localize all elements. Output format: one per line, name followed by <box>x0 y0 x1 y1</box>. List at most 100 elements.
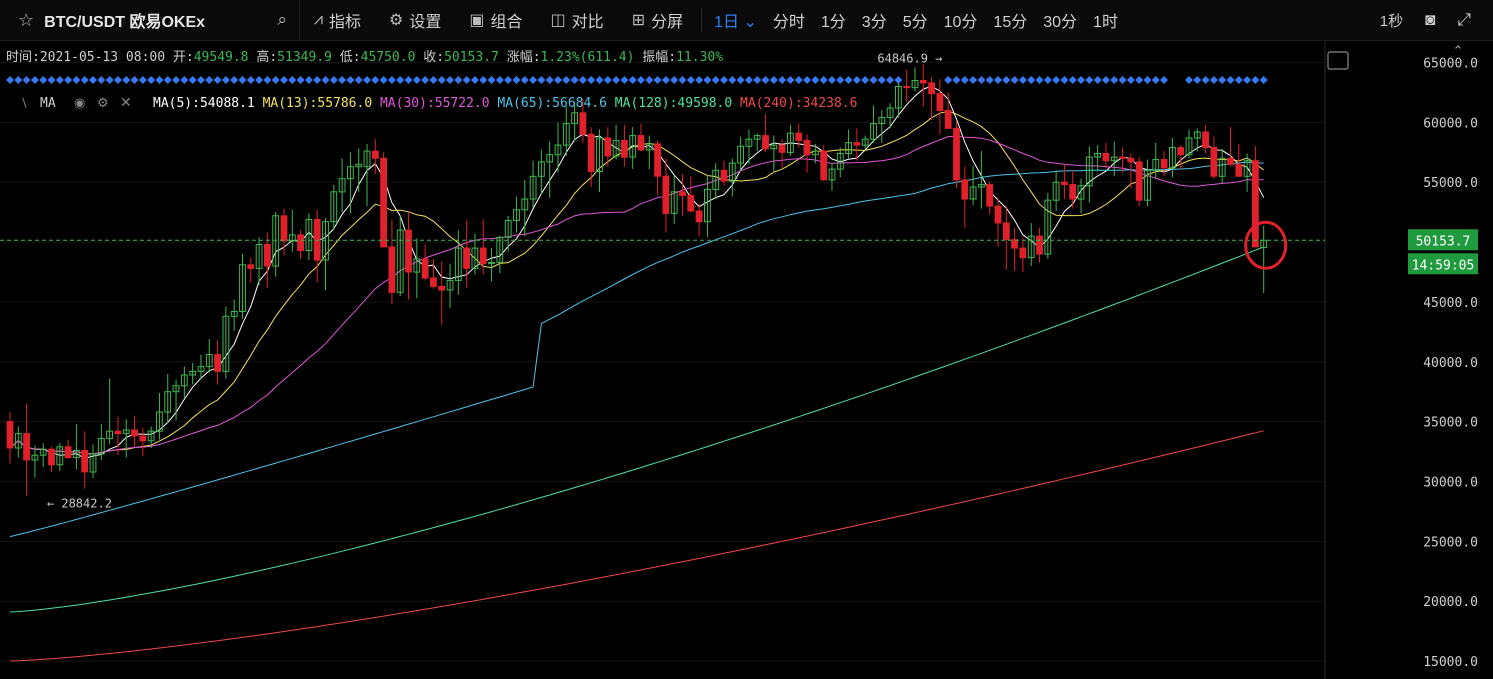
event-marker-43[interactable] <box>363 76 372 84</box>
event-marker-50[interactable] <box>421 76 430 84</box>
candle-body-91[interactable] <box>762 135 769 150</box>
candle-body-150[interactable] <box>1252 160 1259 248</box>
indicators-button[interactable]: ⩘ 指标 <box>300 0 375 40</box>
event-marker-123[interactable] <box>1027 76 1036 84</box>
candle-body-76[interactable] <box>637 135 645 151</box>
event-marker-86[interactable] <box>720 76 729 84</box>
interval-6[interactable]: 15分 <box>985 8 1035 32</box>
event-marker-91[interactable] <box>761 76 770 84</box>
candle-body-119[interactable] <box>994 205 1002 224</box>
candle-body-5[interactable] <box>48 448 55 466</box>
interval-2[interactable]: 1分 <box>813 8 854 32</box>
event-marker-42[interactable] <box>354 76 363 84</box>
event-marker-9[interactable] <box>80 76 89 84</box>
event-marker-56[interactable] <box>470 76 479 84</box>
event-marker-38[interactable] <box>321 76 330 84</box>
candle-body-96[interactable] <box>803 139 811 156</box>
event-marker-143[interactable] <box>1193 76 1202 84</box>
candle-body-98[interactable] <box>820 150 828 181</box>
settings-button[interactable]: ⚙ 设置 <box>375 0 455 40</box>
event-marker-57[interactable] <box>479 76 488 84</box>
event-marker-7[interactable] <box>64 76 73 84</box>
candle-body-57[interactable] <box>479 247 487 265</box>
event-marker-53[interactable] <box>446 76 455 84</box>
event-marker-27[interactable] <box>230 76 239 84</box>
event-marker-54[interactable] <box>454 76 463 84</box>
event-marker-98[interactable] <box>819 76 828 84</box>
candle-body-124[interactable] <box>1036 235 1043 255</box>
candle-body-111[interactable] <box>928 82 936 95</box>
event-marker-22[interactable] <box>188 76 197 84</box>
eye-icon[interactable]: ◉ <box>74 95 85 110</box>
interval-5[interactable]: 10分 <box>936 8 986 32</box>
candle-body-139[interactable] <box>1160 159 1168 169</box>
event-marker-150[interactable] <box>1251 76 1260 84</box>
candle-body-13[interactable] <box>114 430 122 435</box>
event-marker-18[interactable] <box>155 76 164 84</box>
event-marker-84[interactable] <box>703 76 712 84</box>
event-marker-58[interactable] <box>487 76 496 84</box>
event-marker-125[interactable] <box>1043 76 1052 84</box>
event-marker-121[interactable] <box>1010 76 1019 84</box>
event-marker-74[interactable] <box>620 76 629 84</box>
event-marker-122[interactable] <box>1018 76 1027 84</box>
candle-body-110[interactable] <box>919 80 927 84</box>
event-marker-17[interactable] <box>147 76 156 84</box>
event-marker-67[interactable] <box>562 76 571 84</box>
event-marker-144[interactable] <box>1201 76 1210 84</box>
candle-body-46[interactable] <box>388 246 396 293</box>
candle-body-35[interactable] <box>297 234 305 251</box>
candle-body-51[interactable] <box>430 277 437 287</box>
star-icon[interactable]: ☆ <box>18 10 34 31</box>
symbol-title[interactable]: BTC/USDT 欧易OKEx <box>44 8 205 32</box>
event-marker-134[interactable] <box>1118 76 1127 84</box>
interval-3[interactable]: 3分 <box>854 8 895 32</box>
interval-0[interactable]: 1日 ⌄ <box>706 8 765 32</box>
candle-body-83[interactable] <box>695 210 703 223</box>
interval-1[interactable]: 分时 <box>765 8 813 32</box>
candle-body-7[interactable] <box>64 446 72 459</box>
candle-body-128[interactable] <box>1069 184 1077 200</box>
event-marker-76[interactable] <box>637 76 645 84</box>
event-marker-128[interactable] <box>1068 76 1077 84</box>
event-marker-117[interactable] <box>977 76 986 84</box>
event-marker-24[interactable] <box>205 76 214 84</box>
event-marker-131[interactable] <box>1093 76 1102 84</box>
event-marker-126[interactable] <box>1052 76 1061 84</box>
event-marker-20[interactable] <box>172 76 181 84</box>
event-marker-61[interactable] <box>512 76 521 84</box>
event-marker-115[interactable] <box>960 76 969 84</box>
candle-body-115[interactable] <box>961 179 969 200</box>
event-marker-100[interactable] <box>836 76 845 84</box>
event-marker-14[interactable] <box>122 76 131 84</box>
event-marker-114[interactable] <box>952 76 961 84</box>
candle-body-25[interactable] <box>214 354 221 372</box>
event-marker-137[interactable] <box>1143 76 1152 84</box>
event-marker-133[interactable] <box>1110 76 1119 84</box>
event-marker-129[interactable] <box>1077 76 1086 84</box>
ma-collapse-icon[interactable]: ∖ <box>20 96 28 110</box>
event-marker-104[interactable] <box>869 76 878 84</box>
event-marker-2[interactable] <box>22 76 31 84</box>
event-marker-101[interactable] <box>844 76 853 84</box>
candle-body-31[interactable] <box>264 244 271 267</box>
event-marker-77[interactable] <box>645 76 654 84</box>
event-marker-142[interactable] <box>1184 76 1193 84</box>
chart-area[interactable]: 64846.9 → ← 28842.2 15000.0 20000.0 25000.0 3… <box>0 41 1493 679</box>
calendar-icon[interactable] <box>1327 51 1349 70</box>
event-marker-94[interactable] <box>786 76 795 84</box>
event-marker-32[interactable] <box>271 76 280 84</box>
event-marker-88[interactable] <box>736 76 745 84</box>
event-marker-25[interactable] <box>213 76 222 84</box>
candle-body-15[interactable] <box>131 429 138 437</box>
event-marker-113[interactable] <box>944 76 953 84</box>
event-marker-69[interactable] <box>578 76 587 84</box>
event-marker-28[interactable] <box>238 76 247 84</box>
event-marker-149[interactable] <box>1243 76 1252 84</box>
candle-body-74[interactable] <box>621 139 628 158</box>
event-marker-80[interactable] <box>670 76 679 84</box>
close-icon[interactable]: ✕ <box>120 94 132 110</box>
event-marker-44[interactable] <box>371 76 380 84</box>
event-marker-37[interactable] <box>313 76 322 84</box>
candle-body-114[interactable] <box>953 127 960 181</box>
